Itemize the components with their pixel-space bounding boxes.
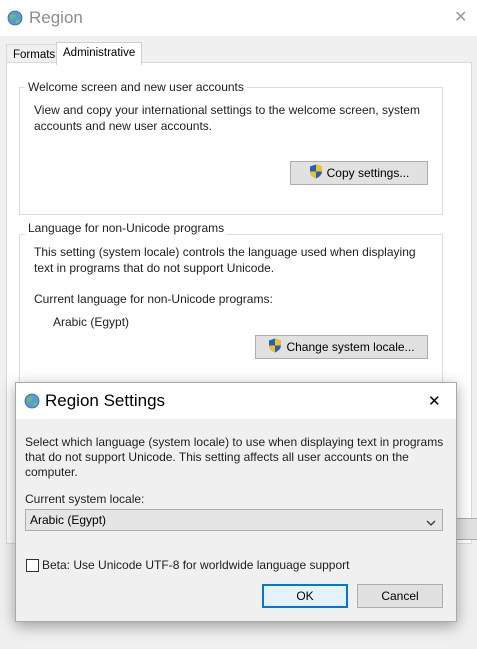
tab-administrative[interactable]: Administrative	[56, 42, 143, 65]
current-language-label: Current language for non-Unicode program…	[34, 292, 273, 306]
system-locale-select[interactable]: Arabic (Egypt)	[25, 509, 443, 531]
copy-settings-label: Copy settings...	[326, 166, 410, 180]
uac-shield-icon	[309, 164, 323, 182]
beta-utf8-checkbox[interactable]	[26, 559, 39, 572]
uac-shield-icon	[268, 338, 282, 356]
current-language-value: Arabic (Egypt)	[53, 315, 130, 329]
dialog-instructions-line1: Select which language (system locale) to…	[25, 435, 444, 449]
dialog-instructions-line2: that do not support Unicode. This settin…	[25, 450, 409, 464]
chevron-down-icon	[426, 516, 436, 530]
dialog-body: Select which language (system locale) to…	[16, 419, 456, 621]
close-icon[interactable]: ✕	[454, 10, 467, 26]
globe-icon	[7, 10, 23, 29]
welcome-description-line1: View and copy your international setting…	[34, 103, 420, 117]
non-unicode-description-line1: This setting (system locale) controls th…	[34, 245, 416, 259]
cancel-button[interactable]: Cancel	[357, 584, 443, 608]
welcome-description-line2: accounts and new user accounts.	[34, 119, 213, 133]
system-locale-value: Arabic (Egypt)	[30, 513, 107, 527]
window-title: Region	[29, 8, 83, 27]
globe-icon	[24, 393, 40, 412]
ok-button[interactable]: OK	[262, 584, 348, 608]
non-unicode-group-label: Language for non-Unicode programs	[25, 221, 228, 235]
locale-label: Current system locale:	[25, 492, 145, 506]
region-titlebar: Region ✕	[0, 0, 477, 36]
ok-button-label: OK	[296, 589, 314, 603]
cancel-button-label: Cancel	[381, 589, 419, 603]
copy-settings-button[interactable]: Copy settings...	[290, 161, 428, 185]
change-system-locale-label: Change system locale...	[286, 340, 415, 354]
beta-utf8-label: Beta: Use Unicode UTF-8 for worldwide la…	[42, 558, 350, 572]
dialog-instructions-line3: computer.	[25, 465, 78, 479]
non-unicode-description-line2: text in programs that do not support Uni…	[34, 261, 275, 275]
dialog-title: Region Settings	[45, 391, 166, 410]
region-settings-dialog: Region Settings ✕ Select which language …	[15, 382, 457, 622]
welcome-group-label: Welcome screen and new user accounts	[25, 80, 247, 94]
dialog-close-icon[interactable]: ✕	[428, 394, 441, 409]
change-system-locale-button[interactable]: Change system locale...	[255, 335, 428, 359]
dialog-titlebar: Region Settings ✕	[16, 383, 456, 419]
